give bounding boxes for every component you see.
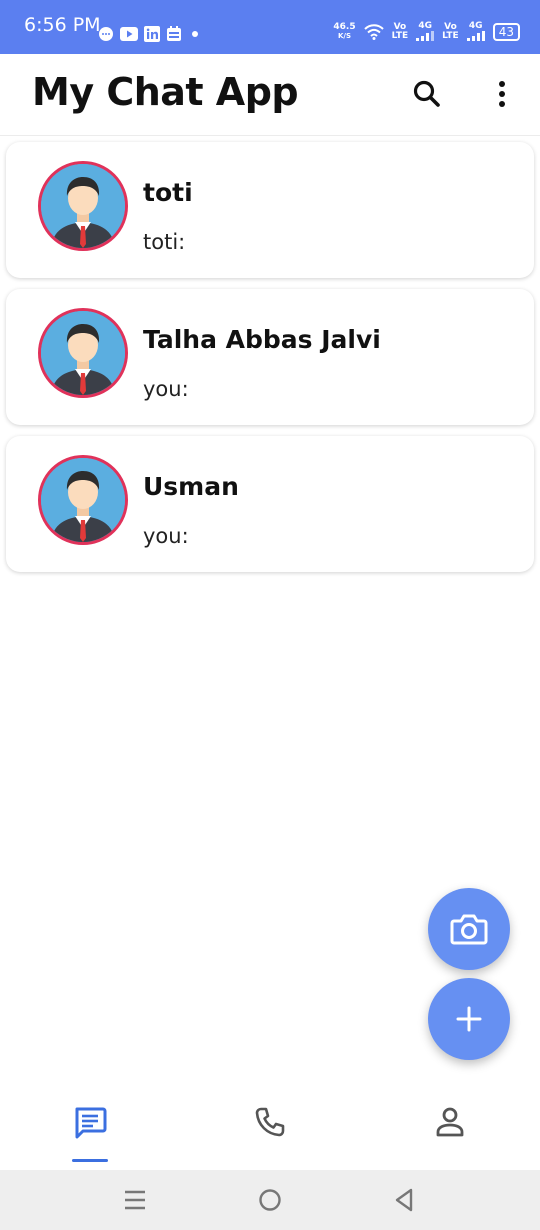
person-icon: [436, 1107, 464, 1137]
chat-item[interactable]: Usman you:: [6, 436, 534, 572]
plus-icon: [456, 1006, 482, 1032]
net-speed-unit: K/S: [338, 31, 352, 40]
sim2-signal: 4G: [466, 21, 485, 41]
recents-icon: [125, 1190, 145, 1210]
notification-icons: [98, 24, 202, 44]
chat-item[interactable]: Talha Abbas Jalvi you:: [6, 289, 534, 425]
net-speed: 46.5 K/S: [333, 21, 356, 41]
more-vertical-icon: [499, 81, 505, 107]
avatar: [38, 455, 128, 545]
camera-icon: [450, 914, 488, 945]
system-navigation-bar: [0, 1170, 540, 1230]
chat-bubble-icon: [99, 27, 113, 41]
chat-name: toti: [143, 178, 193, 207]
home-circle-icon: [259, 1189, 281, 1211]
recents-button[interactable]: [119, 1184, 151, 1216]
chat-last-message: you:: [143, 524, 189, 548]
status-time: 6:56 PM: [24, 14, 101, 36]
linkedin-icon: [144, 26, 160, 42]
dot-icon: [192, 31, 198, 37]
sim2-volte: Vo LTE: [442, 22, 459, 41]
person-avatar-icon: [41, 458, 125, 542]
phone-icon: [255, 1107, 285, 1137]
new-chat-fab[interactable]: [428, 978, 510, 1060]
sim1-signal: 4G: [416, 21, 435, 41]
chat-last-message: toti:: [143, 230, 186, 254]
youtube-icon: [120, 27, 138, 41]
avatar: [38, 308, 128, 398]
person-avatar-icon: [41, 164, 125, 248]
chat-last-message: you:: [143, 377, 189, 401]
more-options-button[interactable]: [482, 74, 522, 114]
bottom-navigation: [0, 1090, 540, 1170]
back-button[interactable]: [388, 1184, 420, 1216]
tab-profile[interactable]: [425, 1106, 475, 1156]
active-tab-indicator: [72, 1159, 108, 1162]
chat-name: Usman: [143, 472, 239, 501]
status-bar: 6:56 PM 46.5 K/S Vo LTE 4G Vo LTE 4G 43: [0, 0, 540, 54]
avatar: [38, 161, 128, 251]
person-avatar-icon: [41, 311, 125, 395]
sim1-bottom: LTE: [391, 30, 409, 41]
sim1-volte: Vo LTE: [391, 22, 409, 41]
chat-item[interactable]: toti toti:: [6, 142, 534, 278]
sim2-bottom: LTE: [442, 30, 459, 41]
signal-icon: [416, 31, 435, 41]
sim1-gen: 4G: [418, 21, 432, 31]
chat-name: Talha Abbas Jalvi: [143, 325, 381, 354]
camera-fab[interactable]: [428, 888, 510, 970]
status-right: 46.5 K/S Vo LTE 4G Vo LTE 4G 43: [333, 22, 520, 41]
tab-chats[interactable]: [65, 1106, 115, 1156]
search-icon: [413, 80, 440, 107]
battery-indicator: 43: [492, 22, 520, 41]
signal-icon: [466, 31, 485, 41]
back-triangle-icon: [395, 1188, 413, 1212]
app-title: My Chat App: [32, 70, 299, 114]
chats-icon: [75, 1107, 107, 1139]
sim2-gen: 4G: [468, 21, 483, 31]
app-bar: My Chat App: [0, 54, 540, 136]
wifi-icon: [363, 23, 384, 40]
net-speed-value: 46.5: [333, 21, 356, 32]
calendar-icon: [167, 26, 181, 41]
home-button[interactable]: [254, 1184, 286, 1216]
tab-calls[interactable]: [245, 1106, 295, 1156]
search-button[interactable]: [407, 74, 447, 114]
